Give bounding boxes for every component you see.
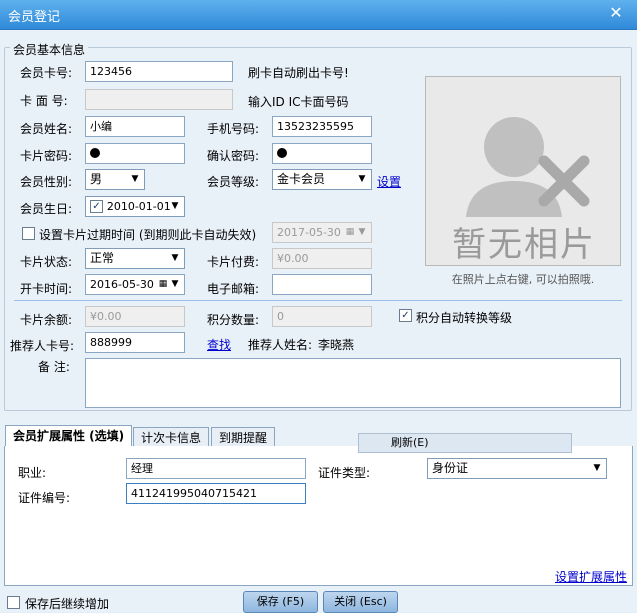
- status-select[interactable]: 正常 ▼: [85, 248, 185, 269]
- occupation-label: 职业:: [18, 466, 47, 480]
- open-time-label: 开卡时间:: [20, 282, 73, 296]
- referrer-name-label: 推荐人姓名:: [248, 338, 313, 352]
- chevron-down-icon: ▼: [358, 174, 366, 184]
- window-title: 会员登记: [8, 10, 61, 25]
- tab-expiry-reminder[interactable]: 到期提醒: [211, 427, 276, 448]
- title-bar: [0, 0, 637, 30]
- confirm-password-mask-dot: [277, 148, 287, 158]
- open-time-picker[interactable]: 2016-05-30 ▦ ▼: [85, 274, 185, 295]
- card-no-input[interactable]: 123456: [85, 61, 233, 82]
- expire-date-picker[interactable]: 2017-05-30 ▦ ▼: [272, 222, 372, 243]
- password-mask-dot: [90, 148, 100, 158]
- basic-info-legend: 会员基本信息: [10, 41, 89, 58]
- chevron-down-icon: ▼: [131, 174, 139, 184]
- gender-label: 会员性别:: [20, 175, 73, 189]
- confirm-password-label: 确认密码:: [207, 149, 260, 163]
- tab-count-card-info[interactable]: 计次卡信息: [133, 427, 210, 448]
- separator-line: [14, 300, 622, 301]
- level-select[interactable]: 金卡会员 ▼: [272, 169, 372, 190]
- refresh-button[interactable]: 刷新(E): [358, 433, 572, 453]
- birthday-value: 2010-01-01: [106, 200, 171, 213]
- continue-adding-checkbox[interactable]: [7, 596, 20, 609]
- member-photo[interactable]: 暂无相片: [425, 76, 621, 266]
- phone-input[interactable]: 13523235595: [272, 116, 372, 137]
- fee-input[interactable]: ¥0.00: [272, 248, 372, 269]
- gender-select[interactable]: 男 ▼: [85, 169, 145, 190]
- card-face-input[interactable]: [85, 89, 233, 110]
- chevron-down-icon: ▼: [593, 463, 601, 473]
- id-no-input[interactable]: 411241995040715421: [126, 483, 306, 504]
- expire-label: 设置卡片过期时间 (到期则此卡自动失效): [39, 228, 257, 242]
- phone-label: 手机号码:: [207, 122, 260, 136]
- remark-label: 备 注:: [38, 360, 70, 374]
- email-label: 电子邮箱:: [207, 282, 260, 296]
- gender-select-value: 男: [90, 172, 103, 186]
- balance-label: 卡片余额:: [20, 313, 73, 327]
- id-type-value: 身份证: [432, 461, 469, 475]
- password-label: 卡片密码:: [20, 149, 73, 163]
- level-settings-link[interactable]: 设置: [377, 173, 401, 190]
- points-input[interactable]: 0: [272, 306, 372, 327]
- name-label: 会员姓名:: [20, 122, 73, 136]
- photo-caption: 在照片上点右键, 可以拍照哦.: [451, 273, 595, 286]
- auto-upgrade-checkbox[interactable]: ✓: [399, 309, 412, 322]
- expire-checkbox[interactable]: [22, 227, 35, 240]
- birthday-enable-checkbox[interactable]: ✓: [90, 200, 103, 213]
- find-referrer-link[interactable]: 查找: [207, 336, 231, 353]
- id-type-label: 证件类型:: [318, 466, 371, 480]
- open-time-value: 2016-05-30: [90, 278, 154, 291]
- level-select-value: 金卡会员: [277, 172, 326, 186]
- auto-upgrade-label: 积分自动转换等级: [416, 311, 513, 325]
- occupation-input[interactable]: 经理: [126, 458, 306, 479]
- id-no-label: 证件编号:: [18, 491, 71, 505]
- id-type-select[interactable]: 身份证 ▼: [427, 458, 607, 479]
- chevron-down-icon: ▼: [171, 253, 179, 263]
- level-label: 会员等级:: [207, 175, 260, 189]
- chevron-down-icon: ▼: [171, 279, 179, 289]
- card-no-label: 会员卡号:: [20, 66, 73, 80]
- remark-textarea[interactable]: [85, 358, 621, 408]
- referrer-card-label: 推荐人卡号:: [10, 339, 75, 353]
- birthday-picker[interactable]: ✓ 2010-01-01 ▼: [85, 196, 185, 217]
- chevron-down-icon: ▼: [358, 227, 366, 237]
- no-photo-text: 暂无相片: [452, 225, 596, 265]
- tab-extended-attributes[interactable]: 会员扩展属性 (选填): [5, 425, 133, 448]
- fee-label: 卡片付费:: [207, 255, 260, 269]
- points-label: 积分数量:: [207, 313, 260, 327]
- close-window-icon[interactable]: ✕: [604, 3, 628, 23]
- referrer-name-value: 李晓燕: [318, 338, 355, 352]
- continue-adding-label: 保存后继续增加: [25, 597, 110, 611]
- card-no-hint: 刷卡自动刷出卡号!: [248, 66, 349, 80]
- email-input[interactable]: [272, 274, 372, 295]
- card-face-hint: 输入ID IC卡面号码: [248, 95, 349, 109]
- password-input[interactable]: [85, 143, 185, 164]
- status-select-value: 正常: [90, 251, 115, 265]
- extended-settings-link[interactable]: 设置扩展属性: [555, 568, 627, 585]
- close-button[interactable]: 关闭 (Esc): [323, 591, 398, 613]
- balance-input[interactable]: ¥0.00: [85, 306, 185, 327]
- expire-date-value: 2017-05-30: [277, 226, 341, 239]
- birthday-label: 会员生日:: [20, 202, 73, 216]
- confirm-password-input[interactable]: [272, 143, 372, 164]
- name-input[interactable]: 小编: [85, 116, 185, 137]
- referrer-card-input[interactable]: 888999: [85, 332, 185, 353]
- chevron-down-icon: ▼: [171, 201, 179, 211]
- status-label: 卡片状态:: [20, 255, 73, 269]
- save-button[interactable]: 保存 (F5): [243, 591, 318, 613]
- card-face-label: 卡 面 号:: [20, 94, 68, 108]
